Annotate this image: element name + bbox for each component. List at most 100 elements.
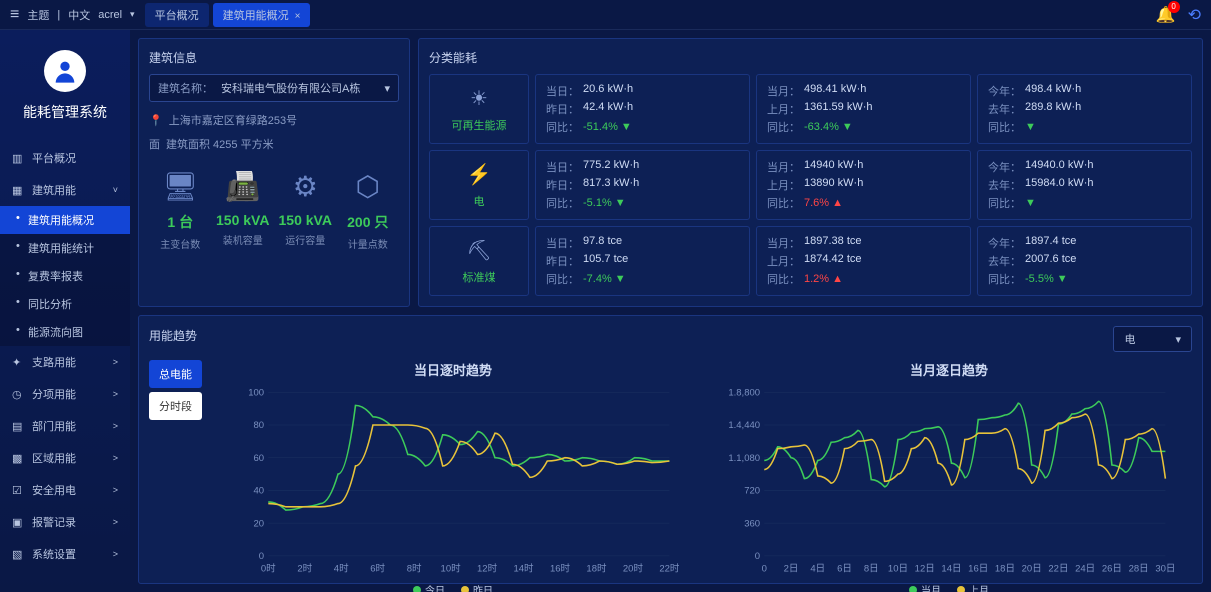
- stat-icon: ⚙: [274, 170, 337, 202]
- svg-text:6时: 6时: [370, 563, 385, 575]
- energy-type-icon: ⚡: [467, 162, 492, 187]
- svg-text:24日: 24日: [1075, 564, 1095, 575]
- nav-icon: ◷: [12, 388, 26, 401]
- energy-card-2-2: 今年：1897.4 tce 去年：2007.6 tce 同比：-5.5% ▼: [977, 226, 1192, 296]
- svg-text:12时: 12时: [477, 563, 498, 575]
- building-select[interactable]: 建筑名称：安科瑞电气股份有限公司A栋 ▾: [149, 74, 399, 102]
- svg-text:8时: 8时: [407, 563, 422, 575]
- nav-icon: ✦: [12, 356, 26, 369]
- menu-icon[interactable]: ≡: [10, 6, 19, 24]
- svg-text:4日: 4日: [810, 564, 825, 575]
- energy-card-0-1: 当月：498.41 kW·h 上月：1361.59 kW·h 同比：-63.4%…: [756, 74, 971, 144]
- energy-card-2-1: 当月：1897.38 tce 上月：1874.42 tce 同比：1.2% ▲: [756, 226, 971, 296]
- energy-card-0-0: 当日：20.6 kW·h 昨日：42.4 kW·h 同比：-51.4% ▼: [535, 74, 750, 144]
- lang-label[interactable]: 中文: [68, 7, 90, 23]
- svg-text:40: 40: [253, 486, 264, 497]
- sidebar-subitem-1-1[interactable]: 建筑用能统计: [0, 234, 130, 262]
- trend-type-select[interactable]: 电 ▾: [1113, 326, 1192, 352]
- svg-text:2时: 2时: [297, 563, 312, 575]
- building-info-panel: 建筑信息 建筑名称：安科瑞电气股份有限公司A栋 ▾ 📍上海市嘉定区育绿路253号…: [138, 38, 410, 307]
- svg-text:22时: 22时: [659, 563, 680, 575]
- user-label[interactable]: acrel: [98, 9, 122, 21]
- sidebar-item-3[interactable]: ◷分项用能˃: [0, 378, 130, 410]
- avatar: [44, 50, 86, 92]
- svg-text:0时: 0时: [261, 563, 276, 575]
- energy-type-1: ⚡电: [429, 150, 529, 220]
- tab-0[interactable]: 平台概况: [145, 3, 209, 27]
- svg-text:360: 360: [744, 518, 760, 529]
- svg-text:1.8,800: 1.8,800: [728, 387, 760, 398]
- tab-1[interactable]: 建筑用能概况×: [213, 3, 311, 27]
- chevron-icon: ˅: [113, 185, 118, 195]
- area-icon: ⾯: [149, 136, 160, 152]
- legend-item: 昨日: [461, 582, 493, 592]
- svg-text:26日: 26日: [1102, 564, 1122, 575]
- svg-text:20时: 20时: [623, 563, 644, 575]
- user-dropdown-icon[interactable]: ▾: [130, 9, 135, 20]
- sidebar-subitem-1-4[interactable]: 能源流向图: [0, 318, 130, 346]
- stat-item-2: ⚙150 kVA运行容量: [274, 170, 337, 251]
- sidebar-item-1[interactable]: ▦建筑用能˅: [0, 174, 130, 206]
- topbar: ≡ 主题 | 中文 acrel ▾ 平台概况建筑用能概况× 🔔0 ⟲: [0, 0, 1211, 30]
- sidebar-subitem-1-0[interactable]: 建筑用能概况: [0, 206, 130, 234]
- panel-title: 建筑信息: [149, 49, 399, 66]
- sidebar-item-6[interactable]: ☑安全用电˃: [0, 474, 130, 506]
- svg-text:22日: 22日: [1048, 564, 1068, 575]
- svg-text:2日: 2日: [784, 564, 799, 575]
- panel-title: 用能趋势: [149, 327, 197, 344]
- nav-icon: ▩: [12, 452, 26, 465]
- chevron-down-icon: ▾: [384, 82, 390, 95]
- energy-card-0-2: 今年：498.4 kW·h 去年：289.8 kW·h 同比： ▼: [977, 74, 1192, 144]
- chevron-down-icon: ▾: [1175, 333, 1181, 346]
- stat-icon: ⬡: [337, 170, 400, 202]
- chevron-icon: ˃: [113, 357, 118, 367]
- notification-badge: 0: [1168, 1, 1180, 13]
- building-address: 上海市嘉定区育绿路253号: [169, 112, 297, 128]
- sidebar-subitem-1-3[interactable]: 同比分析: [0, 290, 130, 318]
- svg-text:0: 0: [259, 551, 264, 562]
- hourly-chart: 当日逐时趋势 0204060801000时2时4时6时8时10时12时14时16…: [210, 360, 696, 592]
- svg-text:14日: 14日: [941, 564, 961, 575]
- energy-card-1-1: 当月：14940 kW·h 上月：13890 kW·h 同比：7.6% ▲: [756, 150, 971, 220]
- sidebar-item-5[interactable]: ▩区域用能˃: [0, 442, 130, 474]
- trend-tab-1[interactable]: 分时段: [149, 392, 202, 420]
- svg-text:10日: 10日: [888, 564, 908, 575]
- nav-icon: ▦: [12, 184, 26, 197]
- chevron-icon: ˃: [113, 549, 118, 559]
- sidebar-item-4[interactable]: ▤部门用能˃: [0, 410, 130, 442]
- sidebar-item-7[interactable]: ▣报警记录˃: [0, 506, 130, 538]
- stat-item-3: ⬡200 只计量点数: [337, 170, 400, 251]
- svg-text:20: 20: [253, 518, 264, 529]
- energy-type-icon: ⛏: [466, 238, 491, 263]
- svg-text:1.4,440: 1.4,440: [728, 420, 760, 431]
- energy-card-2-0: 当日：97.8 tce 昨日：105.7 tce 同比：-7.4% ▼: [535, 226, 750, 296]
- chevron-icon: ˃: [113, 389, 118, 399]
- legend-item: 今日: [413, 582, 445, 592]
- energy-type-0: ☀可再生能源: [429, 74, 529, 144]
- nav-icon: ▣: [12, 516, 26, 529]
- svg-text:0: 0: [762, 564, 767, 575]
- sidebar-item-8[interactable]: ▧系统设置˃: [0, 538, 130, 570]
- trend-tab-0[interactable]: 总电能: [149, 360, 202, 388]
- refresh-icon[interactable]: ⟲: [1188, 5, 1201, 25]
- svg-text:14时: 14时: [513, 563, 534, 575]
- notification-icon[interactable]: 🔔0: [1156, 5, 1176, 25]
- stat-item-1: 📠150 kVA装机容量: [212, 170, 275, 251]
- theme-label[interactable]: 主题: [27, 7, 49, 23]
- svg-text:18日: 18日: [995, 564, 1015, 575]
- nav-icon: ▥: [12, 152, 26, 165]
- nav-icon: ▧: [12, 548, 26, 561]
- energy-type-icon: ☀: [470, 86, 488, 111]
- stat-icon: 🖥: [149, 170, 212, 202]
- panel-title: 分类能耗: [429, 49, 1192, 66]
- sidebar-item-0[interactable]: ▥平台概况: [0, 142, 130, 174]
- energy-card-1-0: 当日：775.2 kW·h 昨日：817.3 kW·h 同比：-5.1% ▼: [535, 150, 750, 220]
- sidebar-item-2[interactable]: ✦支路用能˃: [0, 346, 130, 378]
- legend-item: 上月: [957, 582, 989, 592]
- close-icon[interactable]: ×: [295, 11, 301, 22]
- sidebar: 能耗管理系统 ▥平台概况▦建筑用能˅建筑用能概况建筑用能统计复费率报表同比分析能…: [0, 30, 130, 592]
- energy-class-panel: 分类能耗 ☀可再生能源当日：20.6 kW·h 昨日：42.4 kW·h 同比：…: [418, 38, 1203, 307]
- svg-text:6日: 6日: [837, 564, 852, 575]
- svg-text:12日: 12日: [915, 564, 935, 575]
- sidebar-subitem-1-2[interactable]: 复费率报表: [0, 262, 130, 290]
